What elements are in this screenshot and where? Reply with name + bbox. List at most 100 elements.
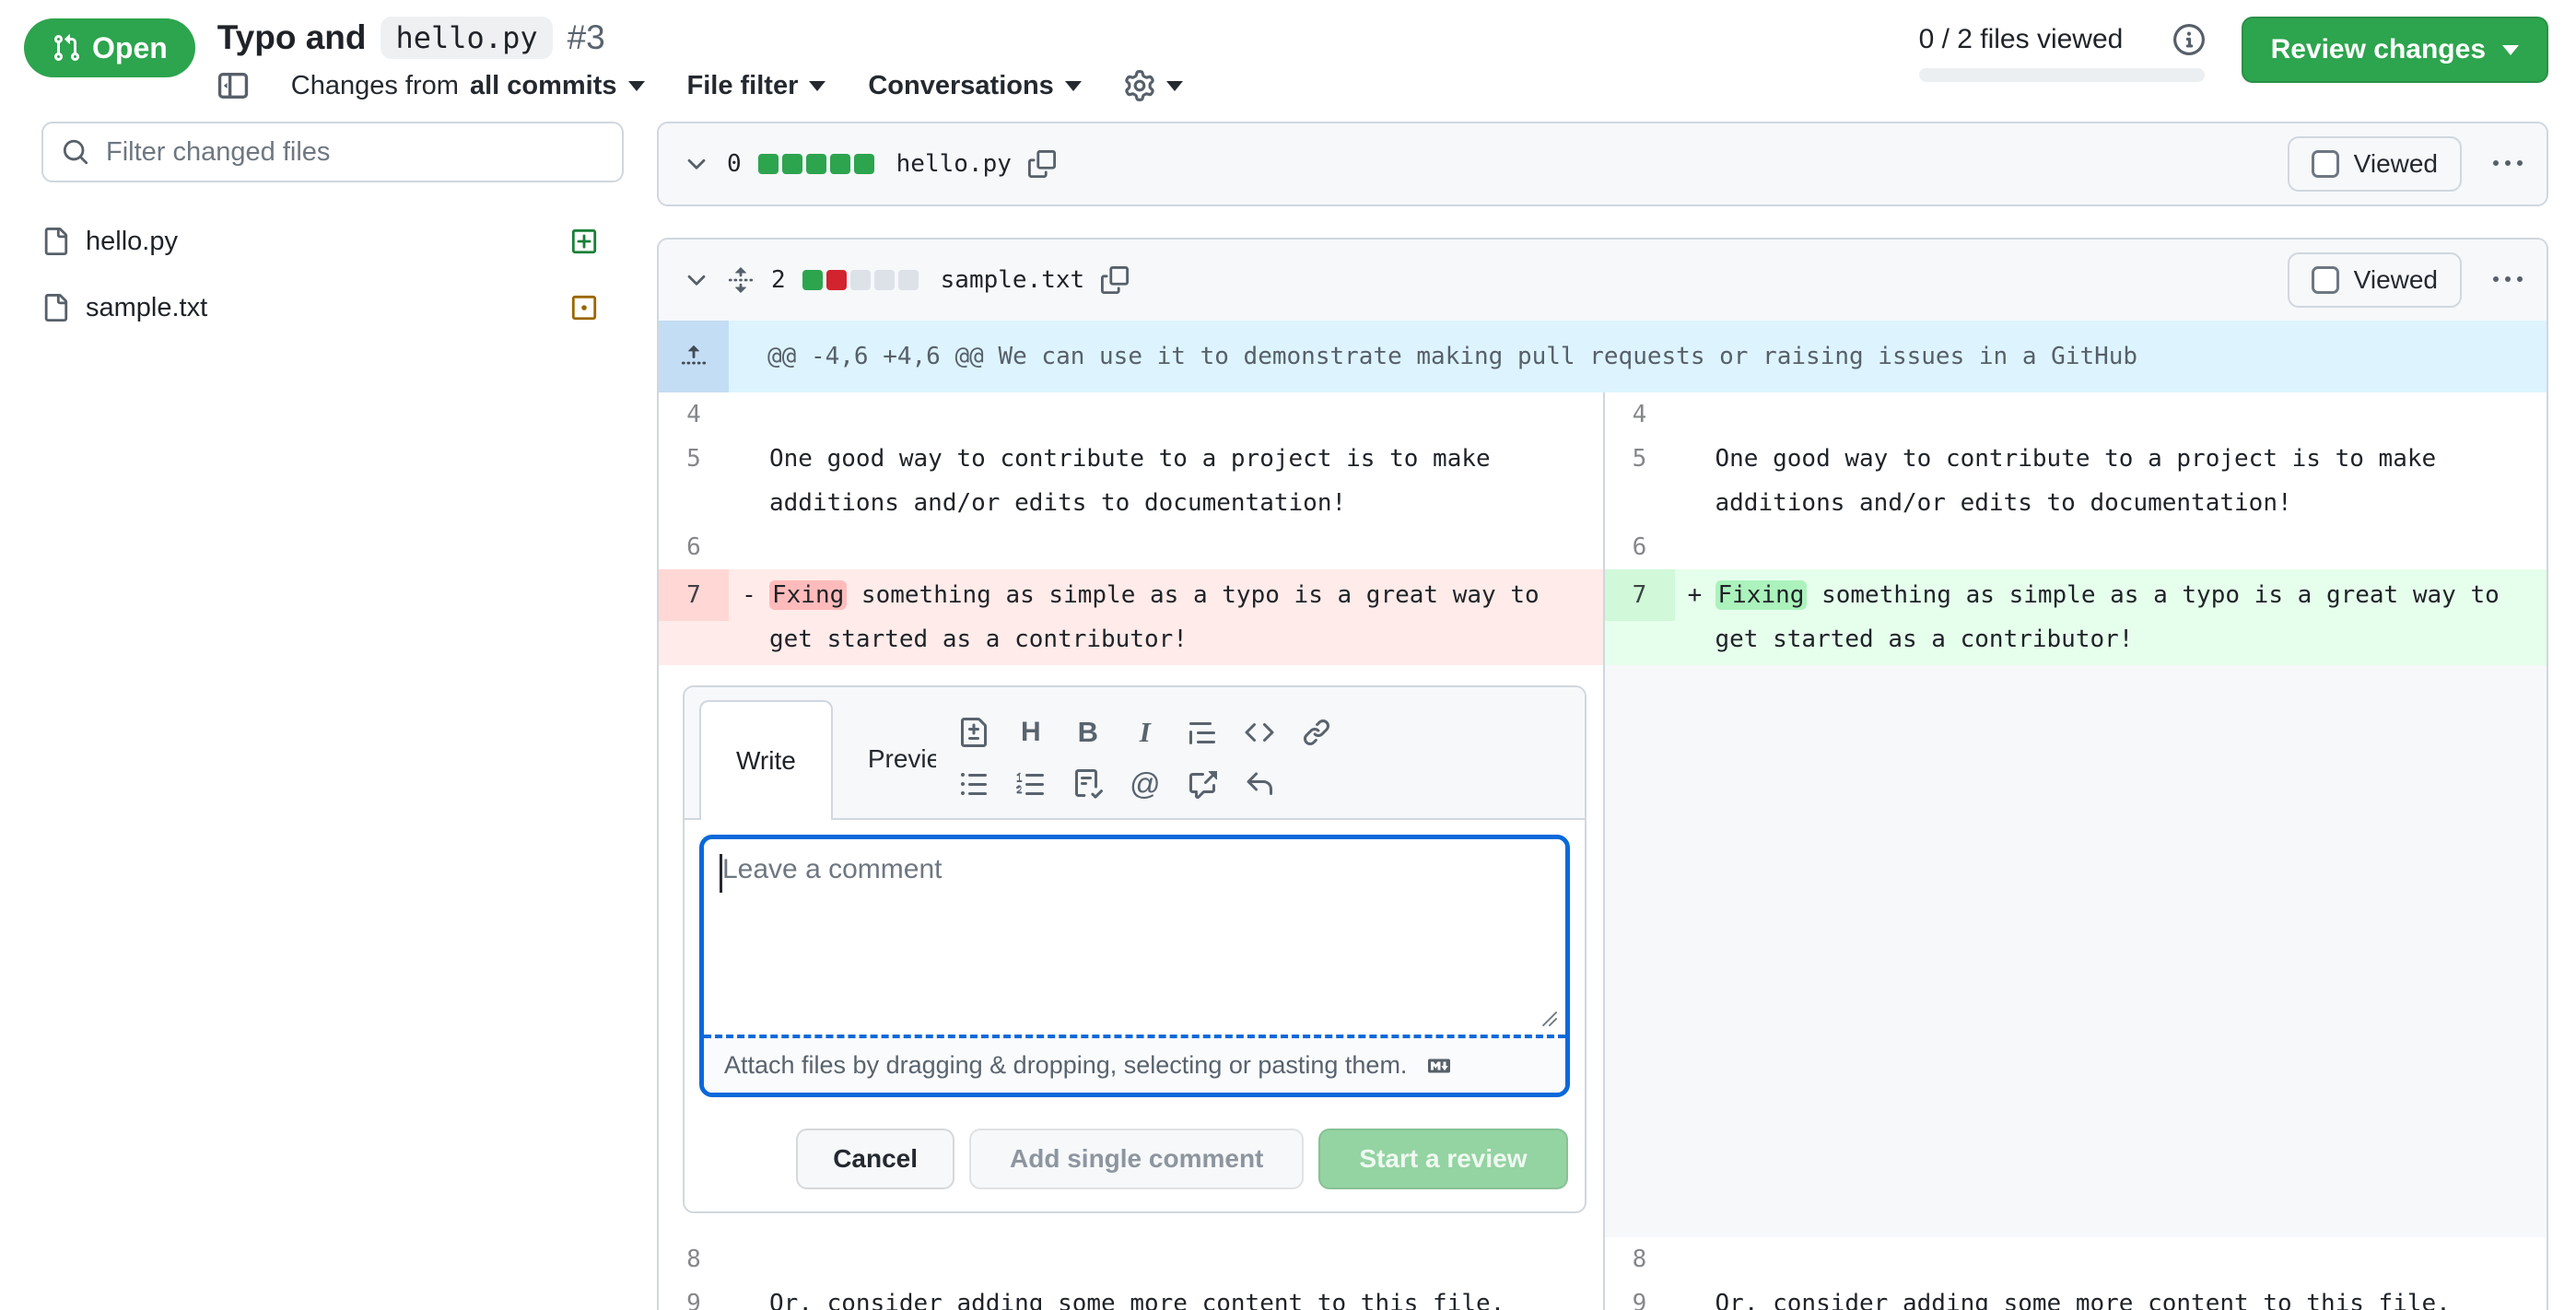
file-name-link[interactable]: sample.txt (941, 266, 1085, 294)
diff-row: 5 One good way to contribute to a projec… (659, 437, 2547, 525)
inline-comment-form: Write Preview H B I (683, 685, 1587, 1213)
changes-from-label: Changes from (291, 71, 459, 101)
filter-changed-files-input[interactable] (106, 137, 603, 168)
file-card-sample-txt: 2 sample.txt Viewed (657, 238, 2548, 1310)
file-filter-searchbox[interactable] (41, 122, 624, 182)
text-cursor (720, 854, 722, 893)
caret-down-icon (628, 81, 645, 91)
line-number[interactable]: 8 (1605, 1237, 1675, 1281)
sidebar-item-hello-py[interactable]: hello.py (41, 208, 624, 275)
diff-toolbar: Changes from all commits File filter Con… (217, 70, 1183, 101)
file-icon (41, 294, 69, 322)
line-number[interactable]: 7 (659, 569, 729, 621)
task-list-icon[interactable] (1063, 759, 1113, 809)
viewed-button[interactable]: Viewed (2288, 136, 2462, 192)
line-number[interactable]: 9 (659, 1281, 729, 1310)
code-line: Or, consider adding some more content to… (769, 1281, 1603, 1310)
comment-textarea[interactable] (704, 839, 1565, 1035)
line-number[interactable]: 4 (1605, 392, 1675, 437)
sidebar-collapse-icon (217, 70, 249, 101)
files-viewed-progressbar (1919, 68, 2205, 82)
viewed-checkbox[interactable] (2312, 266, 2339, 294)
changes-from-value: all commits (470, 71, 617, 101)
diff-row-changed: 7 - Fxing something as simple as a typo … (659, 569, 2547, 665)
caret-down-icon (1166, 81, 1183, 91)
suggestion-icon[interactable] (949, 708, 999, 757)
viewed-label: Viewed (2354, 265, 2438, 295)
comment-form-actions: Cancel Add single comment Start a review (685, 1112, 1585, 1211)
diffstat-count: 2 (771, 266, 786, 294)
link-icon[interactable] (1292, 708, 1341, 757)
line-number[interactable]: 5 (1605, 437, 1675, 481)
pr-header: Open Typo and hello.py #3 Changes from a… (0, 0, 2576, 109)
kebab-menu-icon[interactable] (2493, 265, 2523, 295)
file-name-link[interactable]: hello.py (896, 150, 1012, 178)
gear-icon (1124, 70, 1155, 101)
attach-hint: Attach files by dragging & dropping, sel… (724, 1051, 1407, 1080)
ordered-list-icon[interactable] (1006, 759, 1056, 809)
code-line (769, 1237, 1603, 1281)
resize-handle[interactable] (1538, 1007, 1558, 1027)
line-number[interactable]: 4 (659, 392, 729, 437)
chevron-down-icon[interactable] (683, 266, 710, 294)
line-number[interactable]: 6 (1605, 525, 1675, 569)
sidebar-item-sample-txt[interactable]: sample.txt (41, 275, 624, 341)
sidebar-file-name: sample.txt (86, 293, 207, 323)
line-number[interactable]: 8 (659, 1237, 729, 1281)
code-line (769, 525, 1603, 569)
file-filter-dropdown[interactable]: File filter (687, 71, 826, 101)
italic-icon[interactable]: I (1120, 708, 1170, 757)
caret-down-icon (1065, 81, 1082, 91)
cross-reference-icon[interactable] (1177, 759, 1227, 809)
addition-sign: + (1675, 573, 1715, 617)
heading-icon[interactable]: H (1006, 708, 1056, 757)
diff-row: 9 Or, consider adding some more content … (659, 1281, 2547, 1310)
attach-files-button[interactable]: Attach files by dragging & dropping, sel… (704, 1035, 1565, 1093)
cancel-button[interactable]: Cancel (796, 1129, 954, 1189)
chevron-down-icon[interactable] (683, 150, 710, 178)
line-number[interactable]: 9 (1605, 1281, 1675, 1310)
diffstat-count: 0 (727, 150, 742, 178)
pr-title-code: hello.py (381, 17, 552, 59)
unordered-list-icon[interactable] (949, 759, 999, 809)
code-line (1715, 1237, 2547, 1281)
copy-icon[interactable] (1101, 266, 1129, 294)
bold-icon[interactable]: B (1063, 708, 1113, 757)
markdown-icon[interactable] (1423, 1055, 1455, 1077)
code-line (1715, 392, 2547, 437)
files-viewed-count: 0 / 2 files viewed (1919, 24, 2124, 55)
sidebar-file-name: hello.py (86, 227, 178, 257)
code-icon[interactable] (1235, 708, 1284, 757)
line-number[interactable]: 5 (659, 437, 729, 481)
viewed-checkbox[interactable] (2312, 150, 2339, 178)
quote-icon[interactable] (1177, 708, 1227, 757)
caret-down-icon (2502, 45, 2519, 55)
code-line: Or, consider adding some more content to… (1715, 1281, 2547, 1310)
changes-from-dropdown[interactable]: Changes from all commits (291, 71, 645, 101)
line-number[interactable]: 7 (1605, 569, 1675, 621)
fold-up-icon (680, 343, 708, 370)
info-icon[interactable] (2173, 24, 2205, 55)
expand-hunk-button[interactable] (659, 321, 729, 392)
copy-icon[interactable] (1028, 150, 1056, 178)
start-review-button[interactable]: Start a review (1318, 1129, 1567, 1189)
code-line (1715, 525, 2547, 569)
tab-preview[interactable]: Preview (833, 700, 936, 818)
reply-icon[interactable] (1235, 759, 1284, 809)
conversations-dropdown[interactable]: Conversations (868, 71, 1081, 101)
mention-icon[interactable]: @ (1120, 759, 1170, 809)
file-icon (41, 228, 69, 255)
inline-comment-row: Write Preview H B I (659, 665, 2547, 1237)
diff-modified-icon (570, 294, 598, 322)
tab-write[interactable]: Write (699, 700, 833, 820)
unfold-icon[interactable] (727, 266, 755, 294)
kebab-menu-icon[interactable] (2493, 149, 2523, 179)
line-number[interactable]: 6 (659, 525, 729, 569)
add-single-comment-button[interactable]: Add single comment (969, 1129, 1304, 1189)
sidebar-toggle-button[interactable] (217, 70, 249, 101)
review-changes-button[interactable]: Review changes (2242, 17, 2548, 83)
markdown-toolbar: H B I (949, 700, 1341, 818)
diff-settings-dropdown[interactable] (1124, 70, 1183, 101)
review-changes-label: Review changes (2271, 34, 2486, 65)
viewed-button[interactable]: Viewed (2288, 252, 2462, 308)
